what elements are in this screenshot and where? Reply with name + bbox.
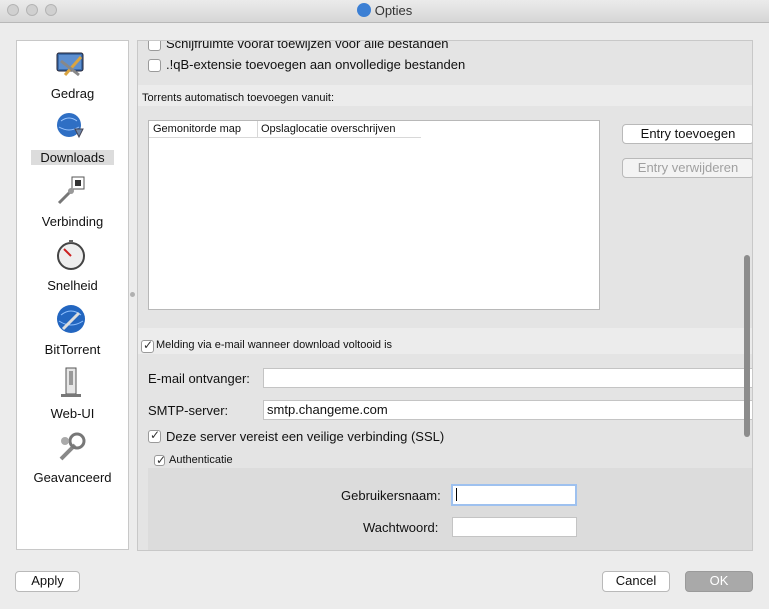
options-sidebar: Gedrag Downloads Verbinding Snelheid Bit…	[16, 40, 129, 550]
auto-add-title: Torrents automatisch toevoegen vanuit:	[142, 92, 335, 104]
split-resize-handle[interactable]	[130, 292, 135, 297]
web-ui-icon	[61, 367, 81, 397]
snelheid-icon	[57, 240, 85, 270]
cancel-button[interactable]: Cancel	[602, 571, 670, 592]
table-header: Gemonitorde map Opslaglocatie overschrij…	[149, 121, 421, 138]
add-entry-button[interactable]: Entry toevoegen	[622, 124, 752, 144]
sidebar-item-label: Snelheid	[47, 278, 98, 293]
sidebar-item-label: Gedrag	[50, 86, 95, 101]
authentication-label: Authenticatie	[169, 454, 233, 466]
geavanceerd-icon	[59, 432, 86, 461]
password-label: Wachtwoord:	[363, 520, 439, 535]
vertical-scrollbar[interactable]	[744, 255, 750, 437]
verbinding-icon	[57, 176, 85, 205]
sidebar-item-label: Verbinding	[41, 214, 104, 229]
username-label: Gebruikersnaam:	[341, 488, 441, 503]
auto-add-group: Gemonitorde map Opslaglocatie overschrij…	[138, 106, 752, 328]
bittorrent-icon	[57, 305, 85, 333]
email-recipient-label: E-mail ontvanger:	[148, 371, 250, 386]
downloads-icon	[57, 113, 84, 139]
text-caret	[456, 488, 457, 501]
authentication-checkbox[interactable]	[154, 453, 166, 467]
column-separator	[257, 121, 258, 137]
column-override-location[interactable]: Opslaglocatie overschrijven	[261, 123, 396, 135]
sidebar-item-bittorrent[interactable]: BitTorrent	[17, 301, 128, 365]
authentication-group: Gebruikersnaam: Wachtwoord:	[148, 468, 752, 550]
sidebar-item-label: Downloads	[31, 150, 114, 165]
password-input[interactable]	[452, 517, 577, 537]
email-notification-label: Melding via e-mail wanneer download volt…	[156, 339, 393, 351]
email-recipient-input[interactable]	[263, 368, 752, 388]
window-title: Opties	[374, 3, 413, 18]
smtp-server-input[interactable]: smtp.changeme.com	[263, 400, 752, 420]
sidebar-item-web-ui[interactable]: Web-UI	[17, 365, 128, 429]
email-notification-checkbox[interactable]	[141, 338, 154, 353]
sidebar-item-snelheid[interactable]: Snelheid	[17, 237, 128, 301]
incomplete-extension-label: .!qB-extensie toevoegen aan onvolledige …	[166, 57, 466, 72]
sidebar-item-gedrag[interactable]: Gedrag	[17, 45, 128, 109]
sidebar-item-downloads[interactable]: Downloads	[17, 109, 128, 173]
sidebar-item-label: Web-UI	[50, 406, 95, 421]
incomplete-extension-checkbox[interactable]	[148, 59, 161, 72]
prealloc-label: Schijfruimte vooraf toewijzen voor alle …	[166, 40, 449, 51]
monitored-folders-table[interactable]: Gemonitorde map Opslaglocatie overschrij…	[148, 120, 600, 310]
storage-options-group: Schijfruimte vooraf toewijzen voor alle …	[138, 41, 752, 85]
remove-entry-button[interactable]: Entry verwijderen	[622, 158, 752, 178]
sidebar-item-label: Geavanceerd	[33, 470, 112, 485]
apply-button[interactable]: Apply	[15, 571, 80, 592]
ok-button[interactable]: OK	[685, 571, 753, 592]
column-monitored-folder[interactable]: Gemonitorde map	[153, 123, 241, 135]
gedrag-icon	[56, 52, 84, 77]
email-settings-group: E-mail ontvanger: SMTP-server: smtp.chan…	[138, 354, 752, 550]
qbittorrent-app-icon	[356, 3, 371, 17]
username-input[interactable]	[451, 484, 577, 506]
downloads-settings-panel: Schijfruimte vooraf toewijzen voor alle …	[137, 40, 753, 551]
ssl-checkbox[interactable]	[148, 428, 161, 443]
smtp-server-label: SMTP-server:	[148, 403, 229, 418]
sidebar-item-label: BitTorrent	[44, 342, 101, 357]
prealloc-checkbox[interactable]	[148, 41, 161, 51]
sidebar-item-verbinding[interactable]: Verbinding	[17, 173, 128, 237]
sidebar-item-geavanceerd[interactable]: Geavanceerd	[17, 429, 128, 493]
ssl-label: Deze server vereist een veilige verbindi…	[166, 429, 445, 444]
title-bar: Opties	[0, 0, 769, 23]
window-title-wrap: Opties	[0, 3, 769, 18]
